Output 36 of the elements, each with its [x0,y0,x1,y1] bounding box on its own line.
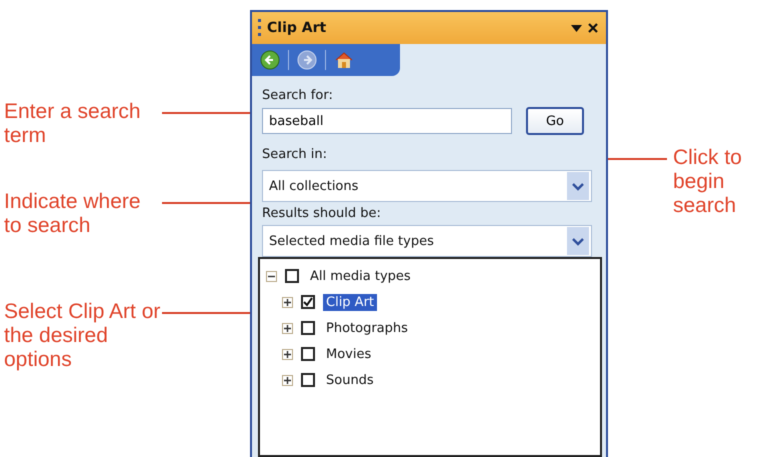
field-label: Results should be: [262,206,382,221]
forward-icon[interactable] [297,50,317,70]
callout-text: Enter a search term [4,100,142,148]
expand-icon[interactable] [282,296,293,308]
collapse-icon[interactable] [266,270,277,282]
tree-item[interactable]: Clip Art [323,294,378,310]
panel-title: Clip Art [267,20,328,36]
tree-item[interactable]: All media types [307,268,414,284]
caret-icon[interactable] [571,24,582,32]
grip-icon[interactable] [258,18,261,38]
field-label: Search in: [262,147,328,162]
callout-text: Indicate where to search [4,190,142,238]
search-field[interactable]: baseball [262,108,512,134]
expand-icon[interactable] [282,322,293,334]
media-types-dropdown[interactable]: Selected media file types [262,225,592,257]
checkbox[interactable] [285,269,299,283]
back-icon[interactable] [260,50,280,70]
close-icon[interactable] [588,23,598,33]
callout-text: Select Clip Art or the desired options [4,300,162,372]
expand-icon[interactable] [282,374,293,386]
go-button[interactable]: Go [526,107,584,135]
tree-item[interactable]: Photographs [323,320,411,336]
leader-line [608,158,667,160]
chevron-down-icon[interactable] [567,172,589,200]
checkbox[interactable] [301,295,315,309]
tree-item[interactable]: Sounds [323,372,377,388]
checkbox[interactable] [301,347,315,361]
expand-icon[interactable] [282,348,293,360]
field-label: Search for: [262,88,334,103]
tree-item[interactable]: Movies [323,346,374,362]
checkbox[interactable] [301,321,315,335]
chevron-down-icon[interactable] [567,227,589,255]
home-icon[interactable] [334,50,354,70]
checkbox[interactable] [301,373,315,387]
collections-dropdown[interactable]: All collections [262,170,592,202]
callout-text: Click to begin search [673,146,743,218]
